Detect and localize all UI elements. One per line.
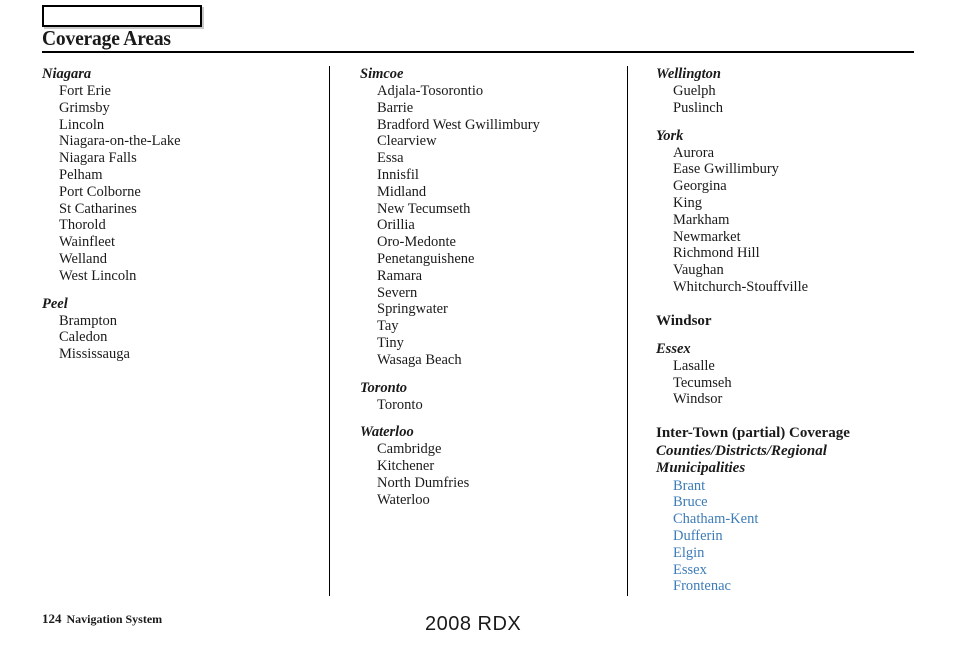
list-item: Springwater	[377, 301, 448, 318]
region-group-wellington: Wellington Guelph Puslinch	[656, 66, 927, 117]
list-item: Puslinch	[673, 99, 723, 116]
list-item: Richmond Hill	[673, 245, 760, 262]
list-item: King	[673, 194, 702, 211]
region-heading-niagara: Niagara	[42, 66, 92, 82]
footer-left: 124 Navigation System	[42, 611, 162, 627]
region-heading-windsor: Windsor	[656, 312, 712, 329]
city-list-waterloo: Cambridge Kitchener North Dumfries Water…	[360, 441, 627, 508]
city-list-york: Aurora Ease Gwillimbury Georgina King Ma…	[656, 145, 927, 296]
region-heading-peel: Peel	[42, 295, 68, 312]
coverage-column-2: Simcoe Adjala-Tosorontio Barrie Bradford…	[329, 66, 627, 596]
list-item: Kitchener	[377, 458, 435, 475]
city-list-essex: Lasalle Tecumseh Windsor	[656, 358, 927, 408]
region-group-toronto: Toronto Toronto	[360, 380, 627, 414]
list-item: Grimsby	[59, 99, 110, 116]
list-item: Georgina	[673, 178, 727, 195]
city-list-peel: Brampton Caledon Mississauga	[42, 313, 329, 363]
inter-town-subheading: Counties/Districts/Regional Municipaliti…	[656, 442, 827, 477]
list-item: Orillia	[377, 217, 415, 234]
list-item[interactable]: Frontenac	[673, 578, 927, 595]
list-item: Pelham	[59, 166, 103, 183]
list-item[interactable]: Dufferin	[673, 528, 927, 545]
list-item[interactable]: Chatham-Kent	[673, 511, 927, 528]
list-item: Adjala-Tosorontio	[377, 83, 484, 99]
list-item: Cambridge	[377, 441, 442, 458]
list-item: Fort Erie	[59, 83, 111, 99]
list-item: Niagara Falls	[59, 150, 137, 167]
list-item: Whitchurch-Stouffville	[673, 278, 809, 295]
list-item: Niagara-on-the-Lake	[59, 133, 181, 150]
region-group-peel: Peel Brampton Caledon Mississauga	[42, 296, 329, 363]
list-item: Thorold	[59, 217, 106, 234]
list-item: Lasalle	[673, 357, 715, 374]
region-group-waterloo: Waterloo Cambridge Kitchener North Dumfr…	[360, 424, 627, 508]
list-item: Caledon	[59, 329, 108, 346]
list-item: Brampton	[59, 312, 117, 329]
footer-model-name: 2008 RDX	[425, 613, 522, 635]
list-item[interactable]: Essex	[673, 562, 927, 579]
list-item: Ramara	[377, 267, 423, 284]
list-item: New Tecumseth	[377, 200, 471, 217]
section-tab-box	[42, 5, 202, 27]
list-item[interactable]: Brant	[673, 478, 927, 495]
region-group-windsor: Windsor	[656, 313, 927, 330]
list-item: Toronto	[377, 396, 423, 413]
list-item: North Dumfries	[377, 474, 470, 491]
list-item[interactable]: Bruce	[673, 494, 927, 511]
list-item: Wasaga Beach	[377, 351, 462, 368]
list-item: Welland	[59, 250, 107, 267]
region-group-essex: Essex Lasalle Tecumseh Windsor	[656, 341, 927, 408]
coverage-column-3: Wellington Guelph Puslinch York Aurora E…	[627, 66, 927, 596]
footer-page-number: 124	[42, 611, 62, 626]
list-item: Penetanguishene	[377, 250, 475, 267]
list-item: West Lincoln	[59, 267, 137, 284]
list-item: Wainfleet	[59, 234, 115, 251]
list-item: Tiny	[377, 334, 404, 351]
list-item: Oro-Medonte	[377, 234, 456, 251]
footer-section-name: Navigation System	[66, 612, 163, 626]
list-item: St Catharines	[59, 200, 137, 217]
region-heading-simcoe: Simcoe	[360, 66, 404, 82]
list-item: Midland	[377, 183, 427, 200]
city-list-toronto: Toronto	[360, 397, 627, 414]
list-item: Lincoln	[59, 116, 105, 133]
list-item: Mississauga	[59, 346, 130, 363]
region-heading-waterloo: Waterloo	[360, 424, 414, 441]
region-group-niagara: Niagara Fort Erie Grimsby Lincoln Niagar…	[42, 66, 329, 285]
list-item: Tay	[377, 318, 399, 335]
coverage-column-1: Niagara Fort Erie Grimsby Lincoln Niagar…	[42, 66, 329, 596]
list-item: Newmarket	[673, 228, 741, 245]
list-item: Windsor	[673, 391, 723, 408]
region-group-simcoe: Simcoe Adjala-Tosorontio Barrie Bradford…	[360, 66, 627, 369]
list-item: Essa	[377, 150, 404, 167]
list-item: Clearview	[377, 133, 437, 150]
list-item: Innisfil	[377, 166, 419, 183]
list-item: Port Colborne	[59, 183, 141, 200]
region-heading-essex: Essex	[656, 340, 691, 357]
list-item: Vaughan	[673, 262, 724, 279]
inter-town-county-list: Brant Bruce Chatham-Kent Dufferin Elgin …	[656, 478, 927, 596]
list-item: Aurora	[673, 144, 715, 161]
region-heading-york: York	[656, 127, 684, 144]
city-list-wellington: Guelph Puslinch	[656, 83, 927, 117]
region-heading-toronto: Toronto	[360, 379, 408, 396]
title-divider-rule	[42, 51, 914, 53]
region-group-york: York Aurora Ease Gwillimbury Georgina Ki…	[656, 128, 927, 296]
city-list-simcoe: Adjala-Tosorontio Barrie Bradford West G…	[360, 83, 627, 369]
inter-town-heading: Inter-Town (partial) Coverage	[656, 425, 850, 442]
list-item[interactable]: Elgin	[673, 545, 927, 562]
page-title: Coverage Areas	[42, 26, 171, 50]
coverage-columns: Niagara Fort Erie Grimsby Lincoln Niagar…	[0, 66, 954, 596]
list-item: Markham	[673, 211, 730, 228]
list-item: Severn	[377, 284, 418, 301]
city-list-niagara: Fort Erie Grimsby Lincoln Niagara-on-the…	[42, 83, 329, 285]
list-item: Waterloo	[377, 491, 430, 508]
list-item: Tecumseh	[673, 374, 732, 391]
list-item: Guelph	[673, 83, 716, 99]
inter-town-coverage-section: Inter-Town (partial) Coverage Counties/D…	[656, 425, 927, 595]
list-item: Barrie	[377, 99, 414, 116]
region-heading-wellington: Wellington	[656, 66, 721, 82]
list-item: Ease Gwillimbury	[673, 161, 779, 178]
list-item: Bradford West Gwillimbury	[377, 116, 540, 133]
